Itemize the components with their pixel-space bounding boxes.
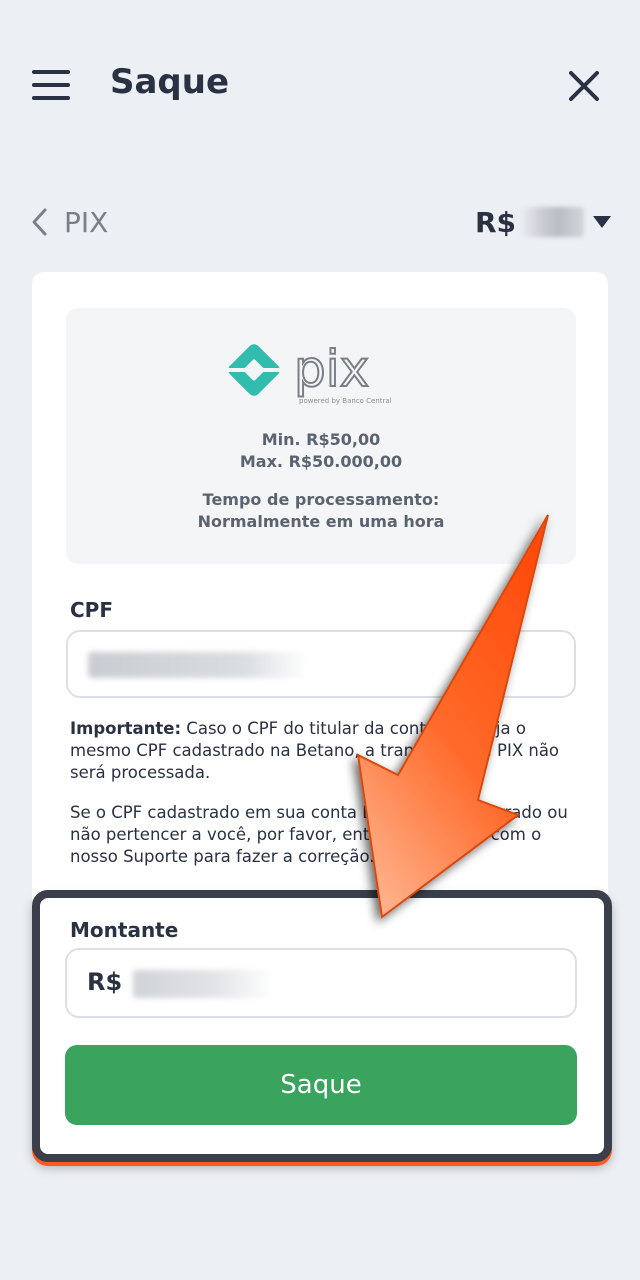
balance-dropdown[interactable]: R$	[475, 200, 612, 244]
amount-value-redacted	[133, 970, 273, 998]
cpf-support-notice: Se o CPF cadastrado em sua conta Betano …	[70, 803, 568, 866]
cpf-label: CPF	[70, 598, 113, 622]
pix-info-box: pix powered by Banco Central Min. R$50,0…	[66, 308, 576, 564]
balance-currency: R$	[474, 205, 516, 239]
caret-down-icon	[593, 216, 611, 228]
notice-bold: Importante:	[70, 719, 182, 738]
amount-label: Montante	[70, 918, 179, 942]
amount-section-highlight: Montante R$ Saque	[32, 890, 612, 1162]
page-title: Saque	[110, 62, 230, 102]
svg-text:powered by Banco Central: powered by Banco Central	[299, 397, 392, 405]
amount-currency-prefix: R$	[87, 968, 123, 996]
max-amount: Max. R$50.000,00	[239, 452, 403, 471]
cpf-input[interactable]	[66, 630, 576, 698]
back-label: PIX	[64, 205, 109, 239]
withdraw-button[interactable]: Saque	[65, 1045, 577, 1125]
chevron-left-icon	[32, 208, 47, 236]
back-button[interactable]: PIX	[30, 200, 108, 244]
cpf-important-notice: Importante: Caso o CPF do titular da con…	[70, 718, 576, 784]
svg-text:pix: pix	[294, 340, 369, 398]
pix-logo: pix powered by Banco Central	[228, 339, 392, 405]
balance-value-redacted	[520, 207, 584, 237]
amount-input[interactable]: R$	[65, 948, 577, 1018]
cpf-value-redacted	[88, 652, 308, 678]
min-amount: Min. R$50,00	[261, 430, 381, 449]
processing-time: Normalmente em uma hora	[197, 512, 445, 531]
app-header: Saque	[0, 0, 640, 170]
close-icon[interactable]	[566, 68, 602, 104]
hamburger-menu-icon[interactable]	[32, 68, 72, 104]
processing-title: Tempo de processamento:	[202, 490, 440, 509]
